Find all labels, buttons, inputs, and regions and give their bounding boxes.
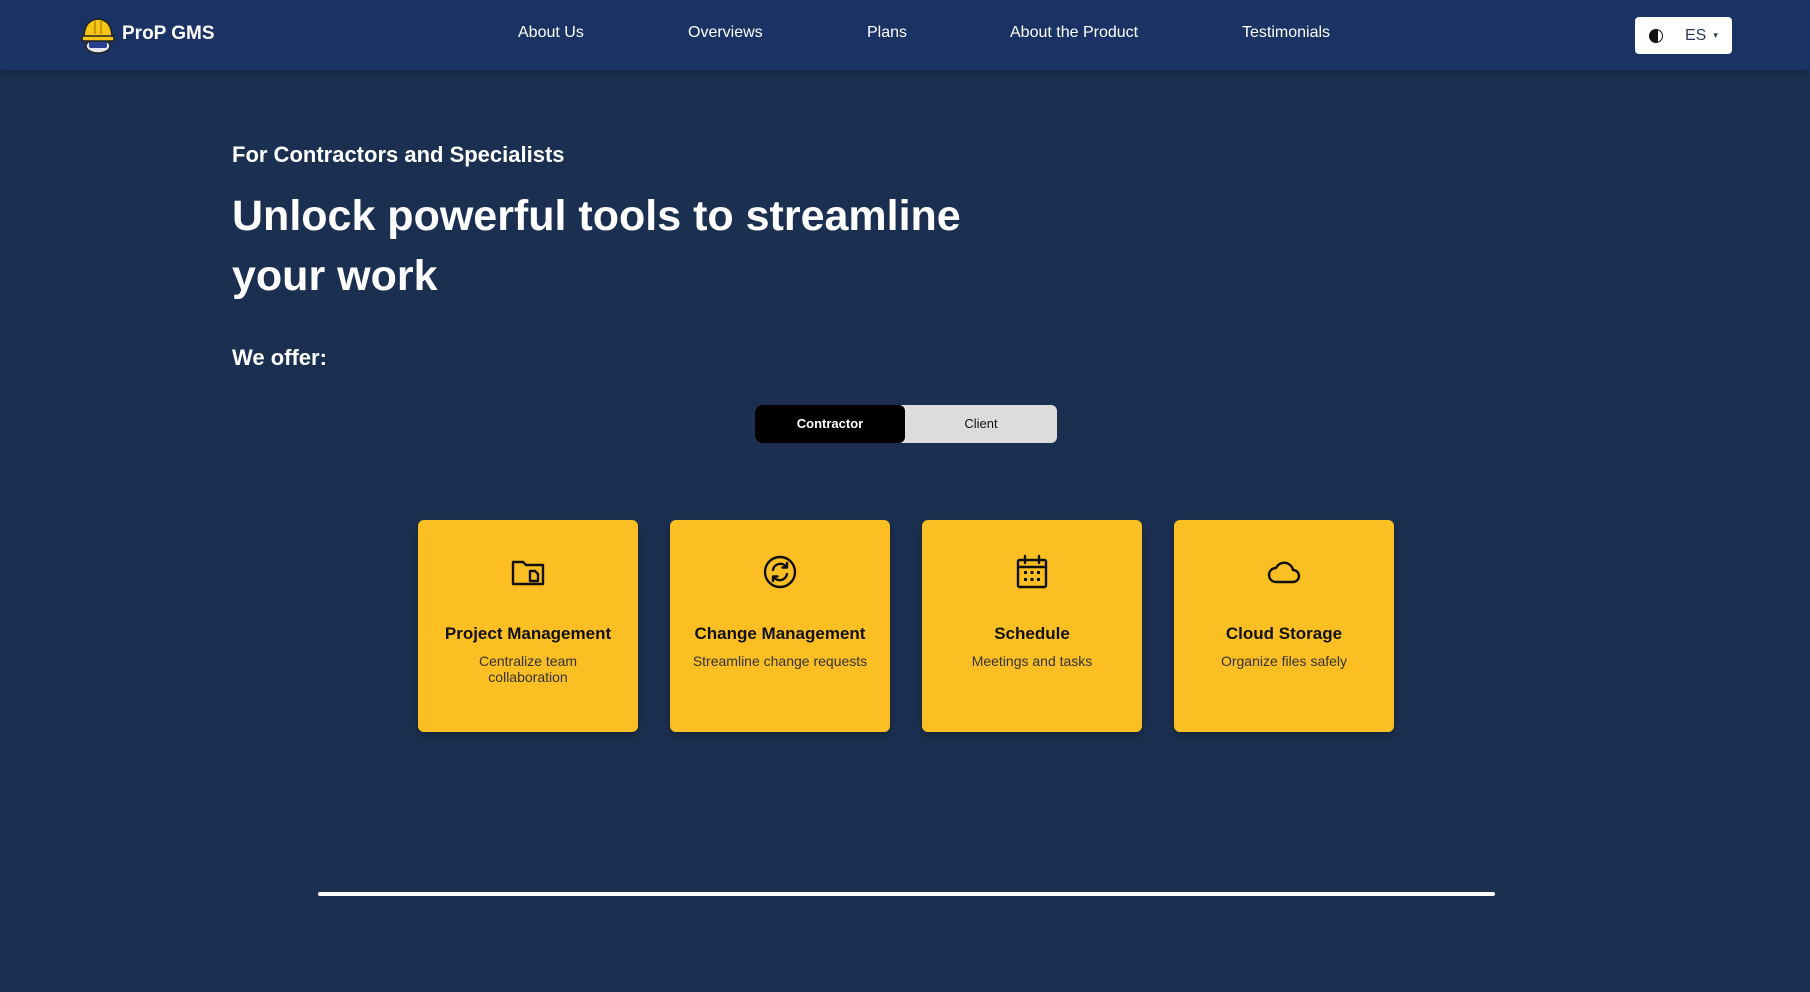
feature-card-cloud-storage[interactable]: Cloud Storage Organize files safely	[1174, 520, 1394, 732]
flag-icon	[1649, 28, 1663, 43]
feature-description: Organize files safely	[1220, 653, 1348, 669]
nav-link-overviews[interactable]: Overviews	[688, 24, 763, 42]
feature-description: Streamline change requests	[692, 653, 868, 669]
language-code: ES	[1685, 26, 1707, 44]
feature-description: Meetings and tasks	[971, 653, 1093, 669]
feature-card-project-management[interactable]: Project Management Centralize team colla…	[418, 520, 638, 732]
hero-headline: Unlock powerful tools to streamline your…	[232, 192, 961, 300]
nav-link-plans[interactable]: Plans	[867, 24, 907, 42]
top-navbar: ProP GMS About Us Overviews Plans About …	[0, 0, 1810, 70]
brand-link[interactable]: ProP GMS	[80, 14, 215, 54]
toggle-contractor[interactable]: Contractor	[755, 405, 905, 443]
folder-icon	[511, 560, 545, 586]
feature-title: Schedule	[994, 624, 1070, 643]
feature-description: Centralize team collaboration	[478, 653, 578, 685]
nav-link-about-product[interactable]: About the Product	[1010, 24, 1138, 42]
refresh-icon	[763, 555, 797, 589]
language-selector[interactable]: ES ▾	[1635, 17, 1732, 54]
audience-toggle: Contractor Client	[755, 405, 1057, 443]
feature-card-change-management[interactable]: Change Management Streamline change requ…	[670, 520, 890, 732]
nav-link-about-us[interactable]: About Us	[518, 24, 584, 42]
brand-name: ProP GMS	[122, 23, 215, 44]
toggle-client[interactable]: Client	[905, 405, 1057, 443]
feature-card-schedule[interactable]: Schedule Meetings and tasks	[922, 520, 1142, 732]
section-divider	[318, 892, 1495, 896]
offer-label: We offer:	[232, 345, 327, 370]
feature-title: Cloud Storage	[1225, 624, 1343, 643]
feature-title: Project Management	[444, 624, 612, 643]
nav-link-testimonials[interactable]: Testimonials	[1242, 24, 1330, 42]
cloud-icon	[1267, 561, 1301, 584]
calendar-icon	[1016, 554, 1048, 589]
feature-title: Change Management	[694, 624, 866, 643]
hero-eyebrow: For Contractors and Specialists	[232, 142, 565, 167]
hardhat-icon	[81, 18, 115, 54]
chevron-down-icon: ▾	[1713, 30, 1718, 40]
